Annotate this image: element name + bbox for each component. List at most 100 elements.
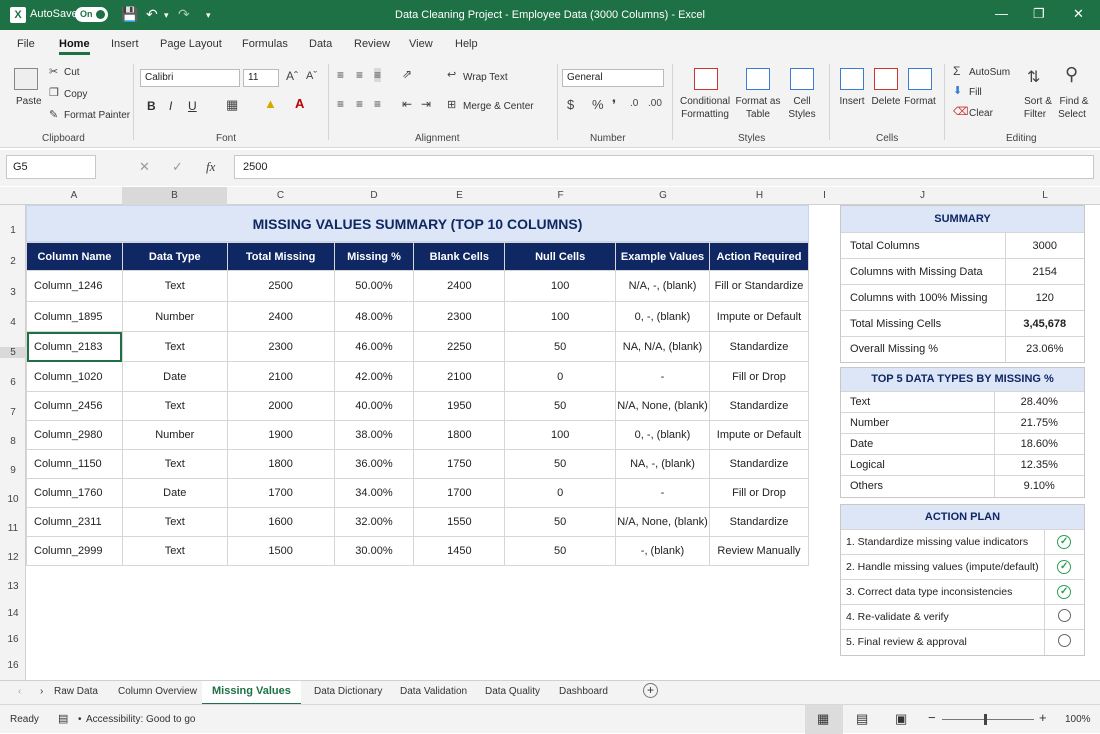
clear-button[interactable]: Clear	[969, 108, 993, 119]
col-header-i[interactable]: I	[809, 190, 840, 201]
cell[interactable]: 38.00%	[333, 420, 415, 450]
align-right-icon[interactable]: ≡	[374, 97, 381, 111]
cell[interactable]: 36.00%	[333, 449, 415, 479]
col-header-d[interactable]: D	[334, 190, 414, 201]
col-header-e[interactable]: E	[414, 190, 505, 201]
cell-styles-label-2[interactable]: Styles	[784, 109, 820, 120]
tab-data-dictionary[interactable]: Data Dictionary	[314, 686, 382, 697]
format-as-table-icon[interactable]	[746, 68, 770, 90]
row-header[interactable]: 2	[0, 256, 26, 267]
insert-cells-icon[interactable]	[840, 68, 864, 90]
conditional-formatting-label-1[interactable]: Conditional	[680, 96, 730, 107]
clear-icon[interactable]: ⌫	[953, 105, 969, 118]
cell[interactable]: 1900	[226, 420, 335, 450]
cell-selected[interactable]: Column_2183	[26, 331, 123, 362]
borders-icon[interactable]: ▦	[226, 97, 238, 113]
row-header[interactable]: 8	[0, 436, 26, 447]
normal-view-icon[interactable]: ▦	[817, 711, 829, 727]
cell[interactable]: Text	[121, 270, 228, 302]
tab-column-overview[interactable]: Column Overview	[118, 686, 197, 697]
cell[interactable]: Standardize	[708, 331, 810, 362]
cell[interactable]: Column_2980	[26, 420, 123, 450]
col-header-b[interactable]: B	[122, 187, 227, 205]
format-painter-icon[interactable]: ✎	[49, 108, 58, 121]
find-select-label-2[interactable]: Select	[1054, 109, 1090, 120]
action-item-status[interactable]	[1043, 629, 1084, 655]
cell[interactable]: Column_1760	[26, 478, 123, 508]
cell-styles-icon[interactable]	[790, 68, 814, 90]
insert-cells-button[interactable]: Insert	[836, 96, 868, 107]
summary-value[interactable]: 3000	[1004, 232, 1084, 259]
cell-styles-label-1[interactable]: Cell	[787, 96, 817, 107]
cell[interactable]: Column_1246	[26, 270, 123, 302]
top5-value[interactable]: 18.60%	[993, 433, 1084, 455]
summary-value[interactable]: 120	[1004, 284, 1084, 311]
cell[interactable]: N/A, -, (blank)	[615, 270, 710, 302]
align-bottom-icon[interactable]: ≡	[374, 68, 382, 82]
accessibility-status[interactable]: Accessibility: Good to go	[86, 714, 196, 725]
tab-dashboard[interactable]: Dashboard	[559, 686, 608, 697]
menu-home[interactable]: Home	[59, 38, 90, 55]
cut-icon[interactable]: ✂	[49, 65, 58, 78]
summary-label[interactable]: Total Missing Cells	[841, 310, 1005, 337]
row-header[interactable]: 10	[0, 494, 26, 505]
zoom-slider-handle[interactable]	[984, 714, 987, 725]
wrap-text-button[interactable]: Wrap Text	[463, 72, 508, 83]
cell[interactable]: 2000	[226, 391, 335, 421]
summary-label[interactable]: Overall Missing %	[841, 336, 1005, 362]
format-as-table-label-1[interactable]: Format as	[735, 96, 781, 107]
close-icon[interactable]: ✕	[1073, 6, 1084, 22]
cell[interactable]: 2100	[226, 361, 335, 392]
summary-label[interactable]: Total Columns	[841, 232, 1005, 259]
sort-filter-icon[interactable]: ⇅	[1027, 67, 1040, 87]
cell[interactable]: Column_1895	[26, 301, 123, 332]
col-header-f[interactable]: F	[505, 190, 616, 201]
cell[interactable]: Column_2456	[26, 391, 123, 421]
cell[interactable]: Column_2311	[26, 507, 123, 537]
cell[interactable]: 1950	[413, 391, 506, 421]
cell[interactable]: -	[615, 361, 710, 392]
row-header[interactable]: 9	[0, 465, 26, 476]
cancel-entry-icon[interactable]: ✕	[139, 159, 150, 175]
decrease-decimal-icon[interactable]: .00	[648, 98, 662, 109]
cell[interactable]: Number	[121, 301, 228, 332]
format-painter-button[interactable]: Format Painter	[64, 110, 130, 121]
fill-icon[interactable]: ⬇	[953, 84, 962, 97]
cell[interactable]: 50	[504, 449, 616, 479]
italic-button[interactable]: I	[169, 99, 172, 113]
summary-value[interactable]: 2154	[1004, 258, 1084, 285]
cell[interactable]: -, (blank)	[615, 536, 710, 566]
row-header[interactable]: 12	[0, 552, 26, 563]
cell[interactable]: Standardize	[708, 449, 810, 479]
fill-button[interactable]: Fill	[969, 87, 982, 98]
align-middle-icon[interactable]: ≡	[356, 68, 363, 82]
menu-page-layout[interactable]: Page Layout	[160, 38, 222, 50]
merge-center-icon[interactable]: ⊞	[447, 98, 456, 111]
delete-cells-icon[interactable]	[874, 68, 898, 90]
cell[interactable]: Column_1150	[26, 449, 123, 479]
conditional-formatting-label-2[interactable]: Formatting	[676, 109, 734, 120]
sort-filter-label-1[interactable]: Sort &	[1021, 96, 1055, 107]
cell[interactable]: Text	[121, 536, 228, 566]
menu-help[interactable]: Help	[455, 38, 478, 50]
orientation-icon[interactable]: ⇗	[402, 67, 412, 81]
zoom-slider-track[interactable]	[942, 719, 1034, 720]
cell[interactable]: Fill or Standardize	[708, 270, 810, 302]
cell[interactable]: Text	[121, 449, 228, 479]
cell[interactable]: Text	[121, 391, 228, 421]
cell[interactable]: 40.00%	[333, 391, 415, 421]
menu-file[interactable]: File	[17, 38, 35, 50]
cell[interactable]: 50	[504, 391, 616, 421]
top5-value[interactable]: 28.40%	[993, 391, 1084, 413]
summary-value[interactable]: 23.06%	[1004, 336, 1084, 362]
zoom-in-icon[interactable]: +	[1039, 710, 1047, 725]
row-header[interactable]: 13	[0, 581, 26, 592]
font-color-icon[interactable]: A	[295, 96, 304, 111]
cell[interactable]: 2400	[226, 301, 335, 332]
cell[interactable]: Fill or Drop	[708, 478, 810, 508]
cell[interactable]: 1750	[413, 449, 506, 479]
cell[interactable]: Date	[121, 478, 228, 508]
paste-icon[interactable]	[14, 68, 38, 90]
summary-value[interactable]: 3,45,678	[1004, 310, 1084, 337]
cell[interactable]: 2400	[413, 270, 506, 302]
